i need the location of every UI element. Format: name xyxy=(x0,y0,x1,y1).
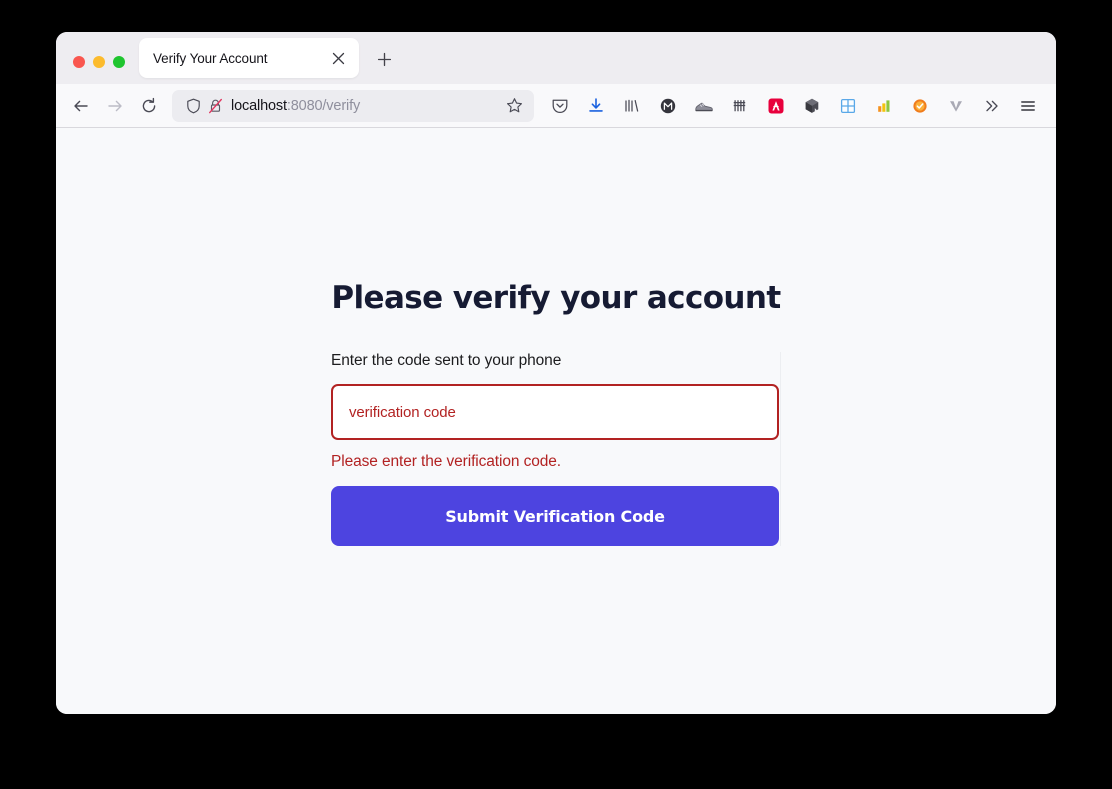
submit-verification-code-button[interactable]: Submit Verification Code xyxy=(331,486,779,546)
url-bar[interactable]: localhost:8080/verify xyxy=(172,89,534,122)
overflow-chevrons-icon[interactable] xyxy=(974,90,1010,122)
sneaker-icon[interactable] xyxy=(686,90,722,122)
close-window-button[interactable] xyxy=(73,56,85,68)
url-text: localhost:8080/verify xyxy=(231,98,500,114)
verification-error-message: Please enter the verification code. xyxy=(331,453,561,470)
checkmark-badge-icon[interactable] xyxy=(902,90,938,122)
page-content: Please verify your account Enter the cod… xyxy=(56,128,1056,714)
shield-icon[interactable] xyxy=(182,95,204,117)
grid-icon[interactable] xyxy=(830,90,866,122)
verification-form: Enter the code sent to your phone Please… xyxy=(331,352,781,546)
pocket-icon[interactable] xyxy=(542,90,578,122)
v-icon[interactable] xyxy=(938,90,974,122)
lock-slashed-icon[interactable] xyxy=(204,95,226,117)
url-host: localhost xyxy=(231,97,287,114)
adobe-acrobat-icon[interactable] xyxy=(758,90,794,122)
hamburger-menu-icon[interactable] xyxy=(1010,90,1046,122)
verification-code-label: Enter the code sent to your phone xyxy=(331,352,562,369)
tab-strip: Verify Your Account xyxy=(56,32,1056,84)
window-controls xyxy=(56,56,139,80)
cube-icon[interactable] xyxy=(794,90,830,122)
library-icon[interactable] xyxy=(614,90,650,122)
close-icon[interactable] xyxy=(327,47,349,69)
page-viewport: Please verify your account Enter the cod… xyxy=(56,128,1056,714)
page-title: Please verify your account xyxy=(331,280,781,316)
downloads-icon[interactable] xyxy=(578,90,614,122)
reload-icon[interactable] xyxy=(132,90,166,122)
new-tab-button[interactable] xyxy=(369,44,399,74)
tab-title: Verify Your Account xyxy=(153,50,268,66)
browser-window: Verify Your Account localhost:8080/verif… xyxy=(56,32,1056,714)
bar-chart-icon[interactable] xyxy=(866,90,902,122)
forward-arrow-icon xyxy=(98,90,132,122)
barcode-icon[interactable] xyxy=(722,90,758,122)
verification-code-input[interactable] xyxy=(331,384,779,440)
navigation-toolbar: localhost:8080/verify xyxy=(56,84,1056,128)
back-arrow-icon[interactable] xyxy=(64,90,98,122)
extensions-toolbar xyxy=(542,90,1046,122)
metamask-icon[interactable] xyxy=(650,90,686,122)
maximize-window-button[interactable] xyxy=(113,56,125,68)
minimize-window-button[interactable] xyxy=(93,56,105,68)
browser-tab[interactable]: Verify Your Account xyxy=(139,38,359,78)
url-path: :8080/verify xyxy=(286,97,361,114)
star-icon[interactable] xyxy=(500,92,528,120)
